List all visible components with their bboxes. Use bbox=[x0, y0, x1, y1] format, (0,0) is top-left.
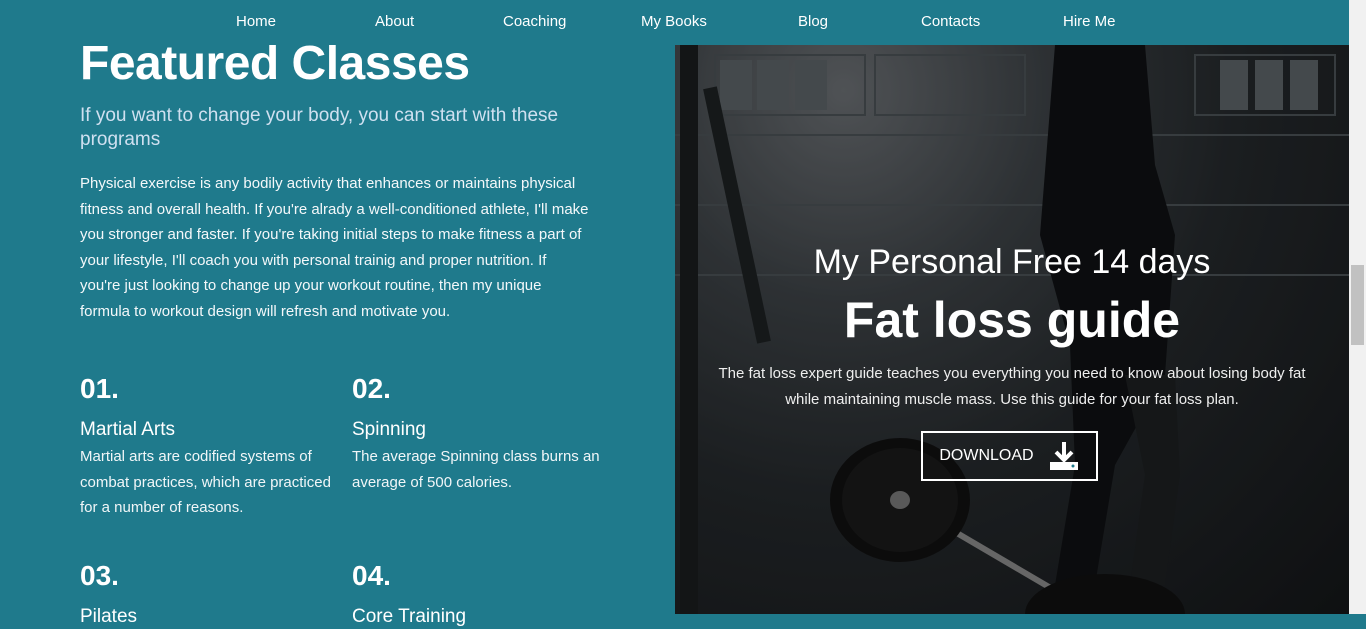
class-number: 04. bbox=[352, 560, 391, 591]
nav-about[interactable]: About bbox=[375, 13, 414, 30]
nav-hire-me[interactable]: Hire Me bbox=[1063, 13, 1116, 30]
class-name: Pilates bbox=[80, 606, 138, 627]
class-number: 03. bbox=[80, 560, 119, 591]
class-name: Core Training bbox=[352, 606, 467, 627]
banner-description: The fat loss expert guide teaches you ev… bbox=[718, 365, 1306, 408]
nav-blog[interactable]: Blog bbox=[798, 13, 828, 30]
scrollbar-thumb[interactable] bbox=[1351, 265, 1364, 345]
nav-home[interactable]: Home bbox=[236, 13, 276, 30]
download-button-label: DOWNLOAD bbox=[939, 447, 1034, 464]
banner-subtitle: My Personal Free 14 days bbox=[813, 243, 1211, 281]
class-item: 03. Pilates bbox=[80, 561, 340, 629]
class-number: 02. bbox=[352, 373, 391, 404]
nav-contacts[interactable]: Contacts bbox=[921, 13, 980, 30]
download-button[interactable]: DOWNLOAD bbox=[921, 431, 1098, 481]
class-description: The average Spinning class burns an aver… bbox=[352, 448, 600, 491]
fat-loss-guide-banner: My Personal Free 14 days Fat loss guide … bbox=[675, 45, 1349, 614]
class-description: Martial arts are codified systems of com… bbox=[80, 448, 331, 517]
class-number: 01. bbox=[80, 373, 119, 404]
class-item: 04. Core Training bbox=[352, 561, 612, 629]
class-item: 01. Martial Arts Martial arts are codifi… bbox=[80, 374, 340, 521]
nav-coaching[interactable]: Coaching bbox=[503, 13, 566, 30]
top-navigation: Home About Coaching My Books Blog Contac… bbox=[0, 0, 1349, 45]
banner-title: Fat loss guide bbox=[843, 292, 1181, 348]
featured-classes-section: Featured Classes If you want to change y… bbox=[0, 0, 675, 627]
download-icon bbox=[1049, 442, 1078, 470]
class-item: 02. Spinning The average Spinning class … bbox=[352, 374, 612, 495]
class-name: Martial Arts bbox=[80, 419, 176, 440]
section-subtitle: If you want to change your body, you can… bbox=[80, 105, 559, 150]
nav-my-books[interactable]: My Books bbox=[641, 13, 707, 30]
section-intro: Physical exercise is any bodily activity… bbox=[80, 175, 589, 320]
page-scrollbar[interactable] bbox=[1349, 0, 1366, 614]
class-name: Spinning bbox=[352, 419, 426, 440]
